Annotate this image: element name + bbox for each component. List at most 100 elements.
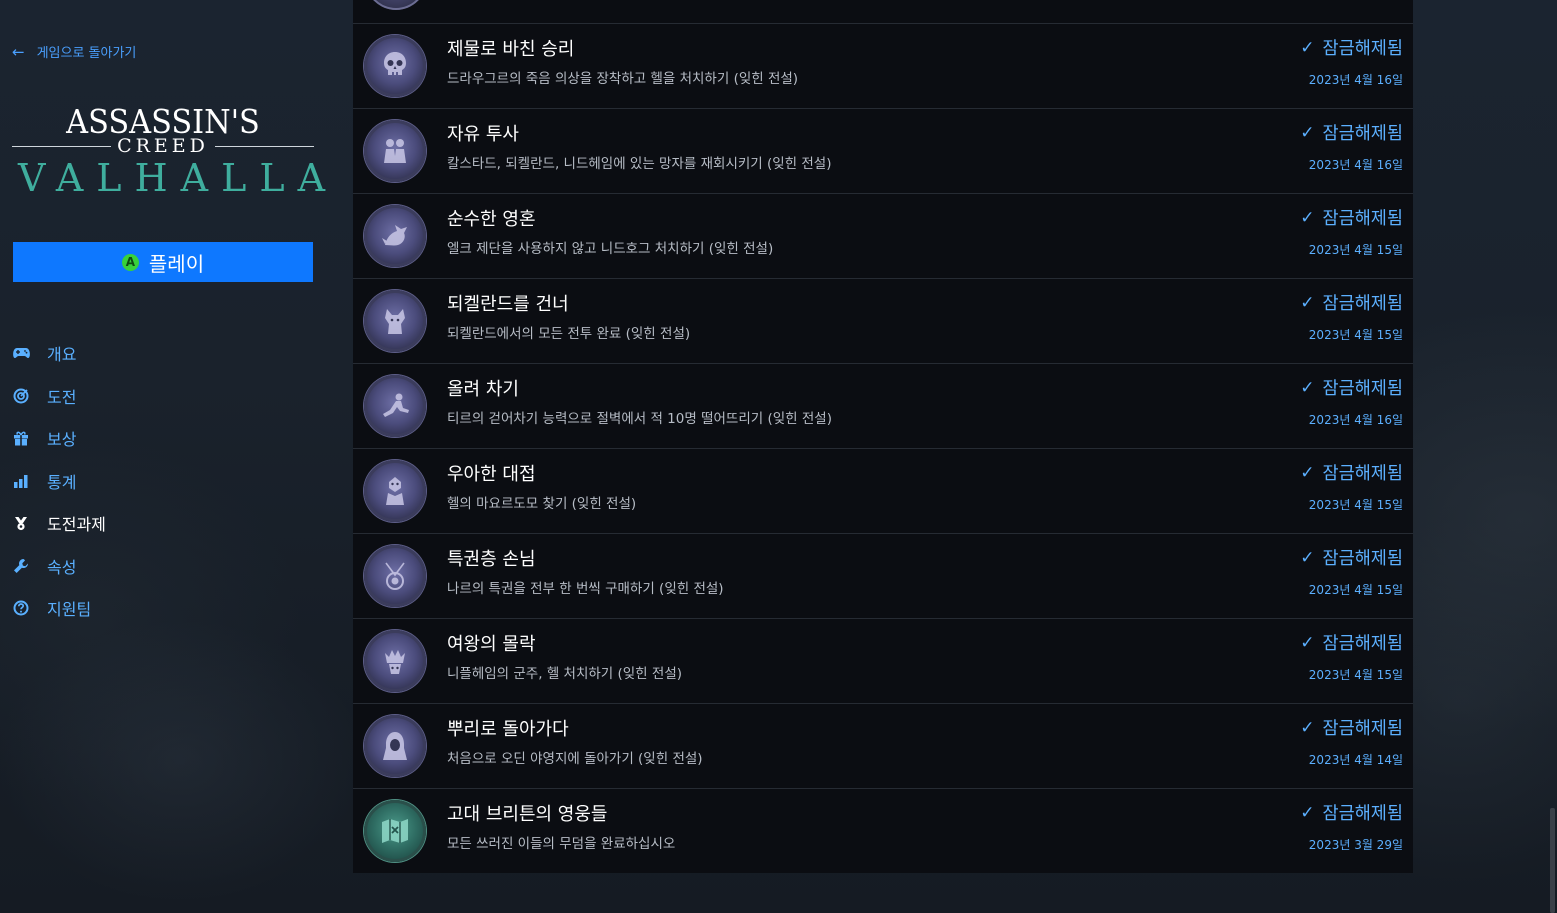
sidebar-item-stats[interactable]: 통계 [12,460,106,503]
achievement-row[interactable]: 고대 브리튼의 영웅들 모든 쓰러진 이들의 무덤을 완료하십시오 ✓ 잠금해제됨… [353,789,1413,873]
logo-line3: VALHALLA [18,156,339,200]
achievement-title: 우아한 대접 [447,464,536,485]
list-item-partial [353,0,1413,24]
unlock-status: ✓ 잠금해제됨 [1300,715,1403,740]
checkmark-icon: ✓ [1300,207,1315,228]
unlock-date: 2023년 4월 16일 [1308,158,1403,172]
achievement-description: 나르의 특권을 전부 한 번씩 구매하기 (잊힌 전설) [447,581,724,597]
status-label: 잠금해제됨 [1322,209,1404,229]
checkmark-icon: ✓ [1300,717,1315,738]
back-to-game-link[interactable]: ← 게임으로 돌아가기 [12,42,137,62]
figures-emblem-icon [364,120,426,182]
unlock-date: 2023년 4월 15일 [1308,668,1403,682]
trophy-icon [12,516,30,531]
logo-divider-right [214,145,315,147]
achievement-row[interactable]: 우아한 대접 헬의 마요르도모 찾기 (잊힌 전설) ✓ 잠금해제됨 2023년 … [353,449,1413,534]
sidebar-item-challenges[interactable]: 도전 [12,375,106,418]
checkmark-icon: ✓ [1300,802,1315,823]
queen-emblem-icon [364,630,426,692]
scrollbar[interactable] [1550,808,1555,913]
sidebar-item-label: 통계 [47,472,77,492]
achievement-row[interactable]: 되켈란드를 건너 되켈란드에서의 모든 전투 완료 (잊힌 전설) ✓ 잠금해제됨… [353,279,1413,364]
status-label: 잠금해제됨 [1322,719,1404,739]
sidebar-item-label: 보상 [47,430,77,450]
play-button[interactable]: A 플레이 [13,242,313,282]
dragon-emblem-icon [364,205,426,267]
wrench-icon [12,558,30,574]
unlock-status: ✓ 잠금해제됨 [1300,545,1403,570]
achievement-title: 뿌리로 돌아가다 [447,719,569,740]
skull-emblem-icon [364,35,426,97]
back-label: 게임으로 돌아가기 [36,46,137,61]
achievement-row[interactable]: 순수한 영혼 엘크 제단을 사용하지 않고 니드호그 처치하기 (잊힌 전설) … [353,194,1413,279]
sidebar-nav: 개요 도전 보상 통계 도전과제 속성 지원팀 [12,332,106,630]
gamepad-icon [12,347,30,359]
checkmark-icon: ✓ [1300,37,1315,58]
kick-emblem-icon [364,375,426,437]
achievement-row[interactable]: 제물로 바친 승리 드라우그르의 죽음 의상을 장착하고 헬을 처치하기 (잊힌… [353,24,1413,109]
unlock-date: 2023년 4월 16일 [1308,73,1403,87]
unlock-status: ✓ 잠금해제됨 [1300,375,1403,400]
unlock-date: 2023년 4월 15일 [1308,328,1403,342]
sidebar-item-label: 개요 [47,345,77,365]
unlock-date: 2023년 4월 15일 [1308,243,1403,257]
achievement-title: 올려 차기 [447,379,519,400]
achievement-title: 자유 투사 [447,124,519,145]
checkmark-icon: ✓ [1300,292,1315,313]
map-emblem-icon [364,800,426,862]
sidebar-item-achievements[interactable]: 도전과제 [12,502,106,545]
servant-emblem-icon [364,460,426,522]
checkmark-icon: ✓ [1300,632,1315,653]
status-label: 잠금해제됨 [1322,39,1404,59]
pendant-emblem-icon [364,545,426,607]
sidebar-item-rewards[interactable]: 보상 [12,417,106,460]
achievement-row[interactable]: 자유 투사 칼스타드, 되켈란드, 니드헤임에 있는 망자를 재회시키기 (잊힌… [353,109,1413,194]
unlock-date: 2023년 4월 16일 [1308,413,1403,427]
status-label: 잠금해제됨 [1322,549,1404,569]
achievement-description: 모든 쓰러진 이들의 무덤을 완료하십시오 [447,836,676,852]
achievement-description: 드라우그르의 죽음 의상을 장착하고 헬을 처치하기 (잊힌 전설) [447,71,799,87]
achievement-description: 니플헤임의 군주, 헬 처치하기 (잊힌 전설) [447,666,683,682]
gift-icon [12,431,30,446]
achievement-row[interactable]: 올려 차기 티르의 걷어차기 능력으로 절벽에서 적 10명 떨어뜨리기 (잊힌… [353,364,1413,449]
status-label: 잠금해제됨 [1322,294,1404,314]
achievement-row[interactable]: 여왕의 몰락 니플헤임의 군주, 헬 처치하기 (잊힌 전설) ✓ 잠금해제됨 2… [353,619,1413,704]
achievement-title: 고대 브리튼의 영웅들 [447,804,608,825]
checkmark-icon: ✓ [1300,377,1315,398]
unlock-date: 2023년 3월 29일 [1308,838,1403,852]
unlock-status: ✓ 잠금해제됨 [1300,290,1403,315]
sidebar-item-support[interactable]: 지원팀 [12,587,106,630]
sidebar-item-properties[interactable]: 속성 [12,545,106,588]
emblem-icon [365,0,427,10]
achievement-title: 되켈란드를 건너 [447,294,569,315]
play-label: 플레이 [148,251,205,276]
unlock-status: ✓ 잠금해제됨 [1300,120,1403,145]
game-logo: ASSASSIN'S CREED VALHALLA [12,104,339,200]
unlock-status: ✓ 잠금해제됨 [1300,460,1403,485]
achievement-description: 엘크 제단을 사용하지 않고 니드호그 처치하기 (잊힌 전설) [447,241,774,257]
unlock-status: ✓ 잠금해제됨 [1300,35,1403,60]
achievement-title: 여왕의 몰락 [447,634,536,655]
hooded-emblem-icon [364,715,426,777]
status-label: 잠금해제됨 [1322,379,1404,399]
help-icon [12,600,30,616]
checkmark-icon: ✓ [1300,462,1315,483]
unlock-date: 2023년 4월 15일 [1308,583,1403,597]
achievement-row[interactable]: 특권층 손님 나르의 특권을 전부 한 번씩 구매하기 (잊힌 전설) ✓ 잠금해… [353,534,1413,619]
a-button-icon: A [121,253,139,271]
achievement-title: 순수한 영혼 [447,209,536,230]
status-label: 잠금해제됨 [1322,124,1404,144]
sidebar-item-label: 도전 [47,387,77,407]
achievement-description: 처음으로 오딘 야영지에 돌아가기 (잊힌 전설) [447,751,703,767]
sidebar-item-label: 지원팀 [47,600,92,620]
achievement-title: 제물로 바친 승리 [447,39,575,60]
logo-divider-left [12,145,112,147]
status-label: 잠금해제됨 [1322,634,1404,654]
unlock-status: ✓ 잠금해제됨 [1300,630,1403,655]
achievement-list: 제물로 바친 승리 드라우그르의 죽음 의상을 장착하고 헬을 처치하기 (잊힌… [353,0,1413,873]
sidebar-item-overview[interactable]: 개요 [12,332,106,375]
unlock-date: 2023년 4월 15일 [1308,498,1403,512]
target-icon [12,388,30,404]
achievement-row[interactable]: 뿌리로 돌아가다 처음으로 오딘 야영지에 돌아가기 (잊힌 전설) ✓ 잠금해제… [353,704,1413,789]
achievement-description: 헬의 마요르도모 찾기 (잊힌 전설) [447,496,637,512]
